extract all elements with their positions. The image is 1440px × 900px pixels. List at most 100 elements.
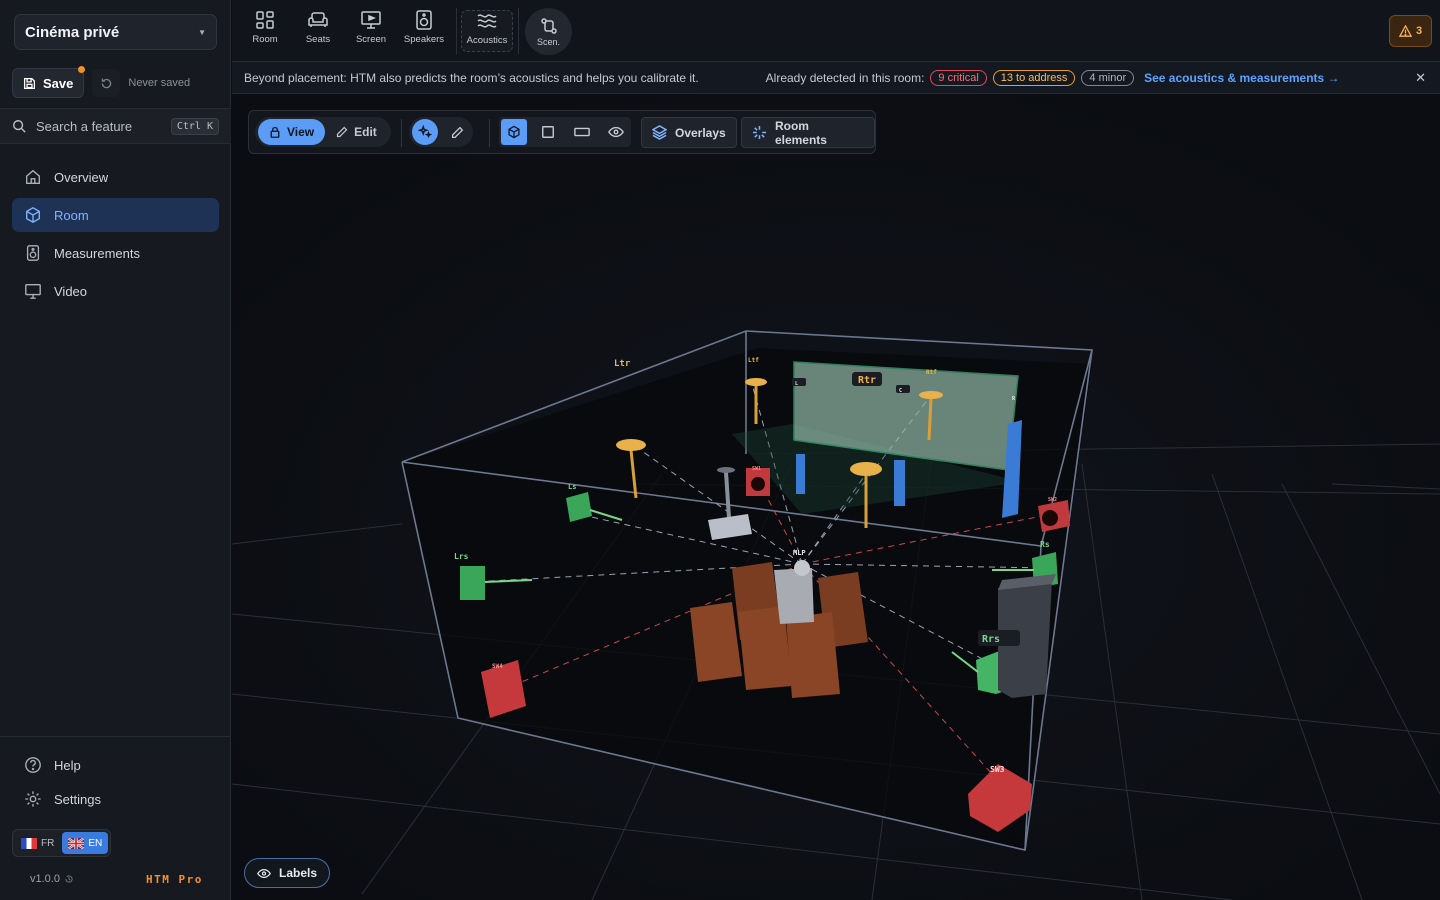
eye-icon [257,868,271,878]
feature-search[interactable]: Search a feature Ctrl K [0,108,231,144]
view-mode-button[interactable]: View [258,119,326,145]
overlays-button[interactable]: Overlays [641,117,737,148]
gear-icon [25,791,41,807]
label-sw2: SW2 [1048,497,1057,503]
view-3d-button[interactable] [501,119,527,145]
version-label: v1.0.0 [30,873,60,885]
label-ltr: Ltr [614,359,631,369]
tool-screen[interactable]: Screen [345,10,397,52]
critical-count-badge[interactable]: 9 critical [930,69,987,86]
room-3d-viewport[interactable]: Ltr Ltf Rtr Rtf L C R Ls Lrs Rs Rrs MLP … [232,94,1440,900]
label-sw4: SW4 [492,663,503,670]
nav-item-video[interactable]: Video [12,274,219,308]
room-elements-button[interactable]: Room elements [741,117,875,148]
language-switcher: FR EN [12,829,112,857]
project-selector[interactable]: Cinéma privé ▼ [14,14,217,50]
lang-fr-button[interactable]: FR [15,832,60,854]
tool-label: Acoustics [466,35,508,46]
close-icon[interactable]: ✕ [1415,70,1426,86]
acoustics-banner: Beyond placement: HTM also predicts the … [232,62,1440,94]
scenes-label: Scen. [536,36,560,47]
tool-speakers[interactable]: Speakers [398,10,450,52]
app-version: v1.0.0 [30,873,74,885]
tool-label: Room [252,34,278,45]
edition-label: HTM Pro [146,873,203,886]
lang-en-button[interactable]: EN [62,832,109,854]
nav-label: Measurements [54,245,140,261]
save-button[interactable]: Save [12,66,86,98]
cube-icon [26,207,40,223]
cube-icon [508,125,520,139]
label-ls: Ls [568,483,576,491]
label-c: C [899,388,902,394]
warning-icon [1398,25,1412,37]
warnings-count: 3 [1415,25,1423,37]
revert-icon [101,78,112,88]
main-nav: Overview Room Measurements Video [12,160,219,312]
revert-button[interactable] [92,69,121,97]
unsaved-dot [78,66,86,73]
banner-detected: Already detected in this room: [765,70,925,85]
settings-label: Settings [54,791,101,807]
nav-item-room[interactable]: Room [12,198,219,232]
mode-toggle: View Edit [255,117,391,147]
see-acoustics-link[interactable]: See acoustics & measurements → [1144,71,1339,85]
save-status: Never saved [128,77,191,89]
edit-mode-button[interactable]: Edit [325,119,388,145]
view-front-button[interactable] [569,119,595,145]
tool-acoustics[interactable]: Acoustics [461,10,513,52]
banner-message: Beyond placement: HTM also predicts the … [244,70,699,85]
chevron-down-icon: ▼ [198,27,206,37]
draw-button[interactable] [444,119,470,145]
sidebar: Cinéma privé ▼ Save Never saved Search a… [0,0,231,900]
sofa-icon [308,12,328,27]
search-icon [13,120,26,133]
monitor-icon [25,284,41,299]
waves-icon [477,14,497,28]
settings-link[interactable]: Settings [24,790,101,808]
label-ltf: Ltf [748,357,759,364]
tool-room[interactable]: Room [239,10,291,52]
address-count-badge[interactable]: 13 to address [992,69,1076,86]
tool-toggle [409,117,473,147]
history-icon [65,875,73,883]
warnings-badge[interactable]: 3 [1389,15,1432,47]
minor-count-badge[interactable]: 4 minor [1081,69,1135,86]
lock-icon [270,126,280,138]
scenes-button[interactable]: Scen. [525,8,572,55]
tool-label: Seats [305,34,331,45]
tool-label: Speakers [403,34,445,45]
labels-toggle-button[interactable]: Labels [244,858,331,888]
auto-place-button[interactable] [412,119,438,145]
sparkles-icon [418,125,432,139]
view-eye-button[interactable] [603,119,629,145]
sidebar-divider [0,736,231,737]
help-label: Help [54,757,81,773]
label-lrs: Lrs [454,552,469,561]
save-row: Save Never saved [12,66,191,98]
flag-uk-icon [68,837,85,849]
toolbar-divider [401,119,402,147]
toolbar-divider [489,119,490,147]
label-rtr: Rtr [858,375,876,386]
nav-label: Video [54,283,88,299]
search-shortcut: Ctrl K [170,117,219,135]
help-link[interactable]: Help [24,756,81,774]
layers-icon [652,125,667,140]
view-top-button[interactable] [535,119,561,145]
viewport-toolbar: View Edit Overlays Room elements [248,110,876,154]
nav-label: Overview [54,169,109,185]
nav-item-measurements[interactable]: Measurements [12,236,219,270]
home-icon [26,169,40,184]
label-rs: Rs [1040,540,1050,549]
overlays-label: Overlays [675,125,726,140]
label-sw3: SW3 [990,765,1005,774]
tool-seats[interactable]: Seats [292,10,344,52]
search-placeholder: Search a feature [36,118,133,134]
speaker-icon [26,245,40,261]
nav-item-overview[interactable]: Overview [12,160,219,194]
git-compare-icon [540,17,557,34]
label-sw1: SW1 [752,466,761,472]
help-icon [25,757,41,773]
save-label: Save [43,75,74,91]
